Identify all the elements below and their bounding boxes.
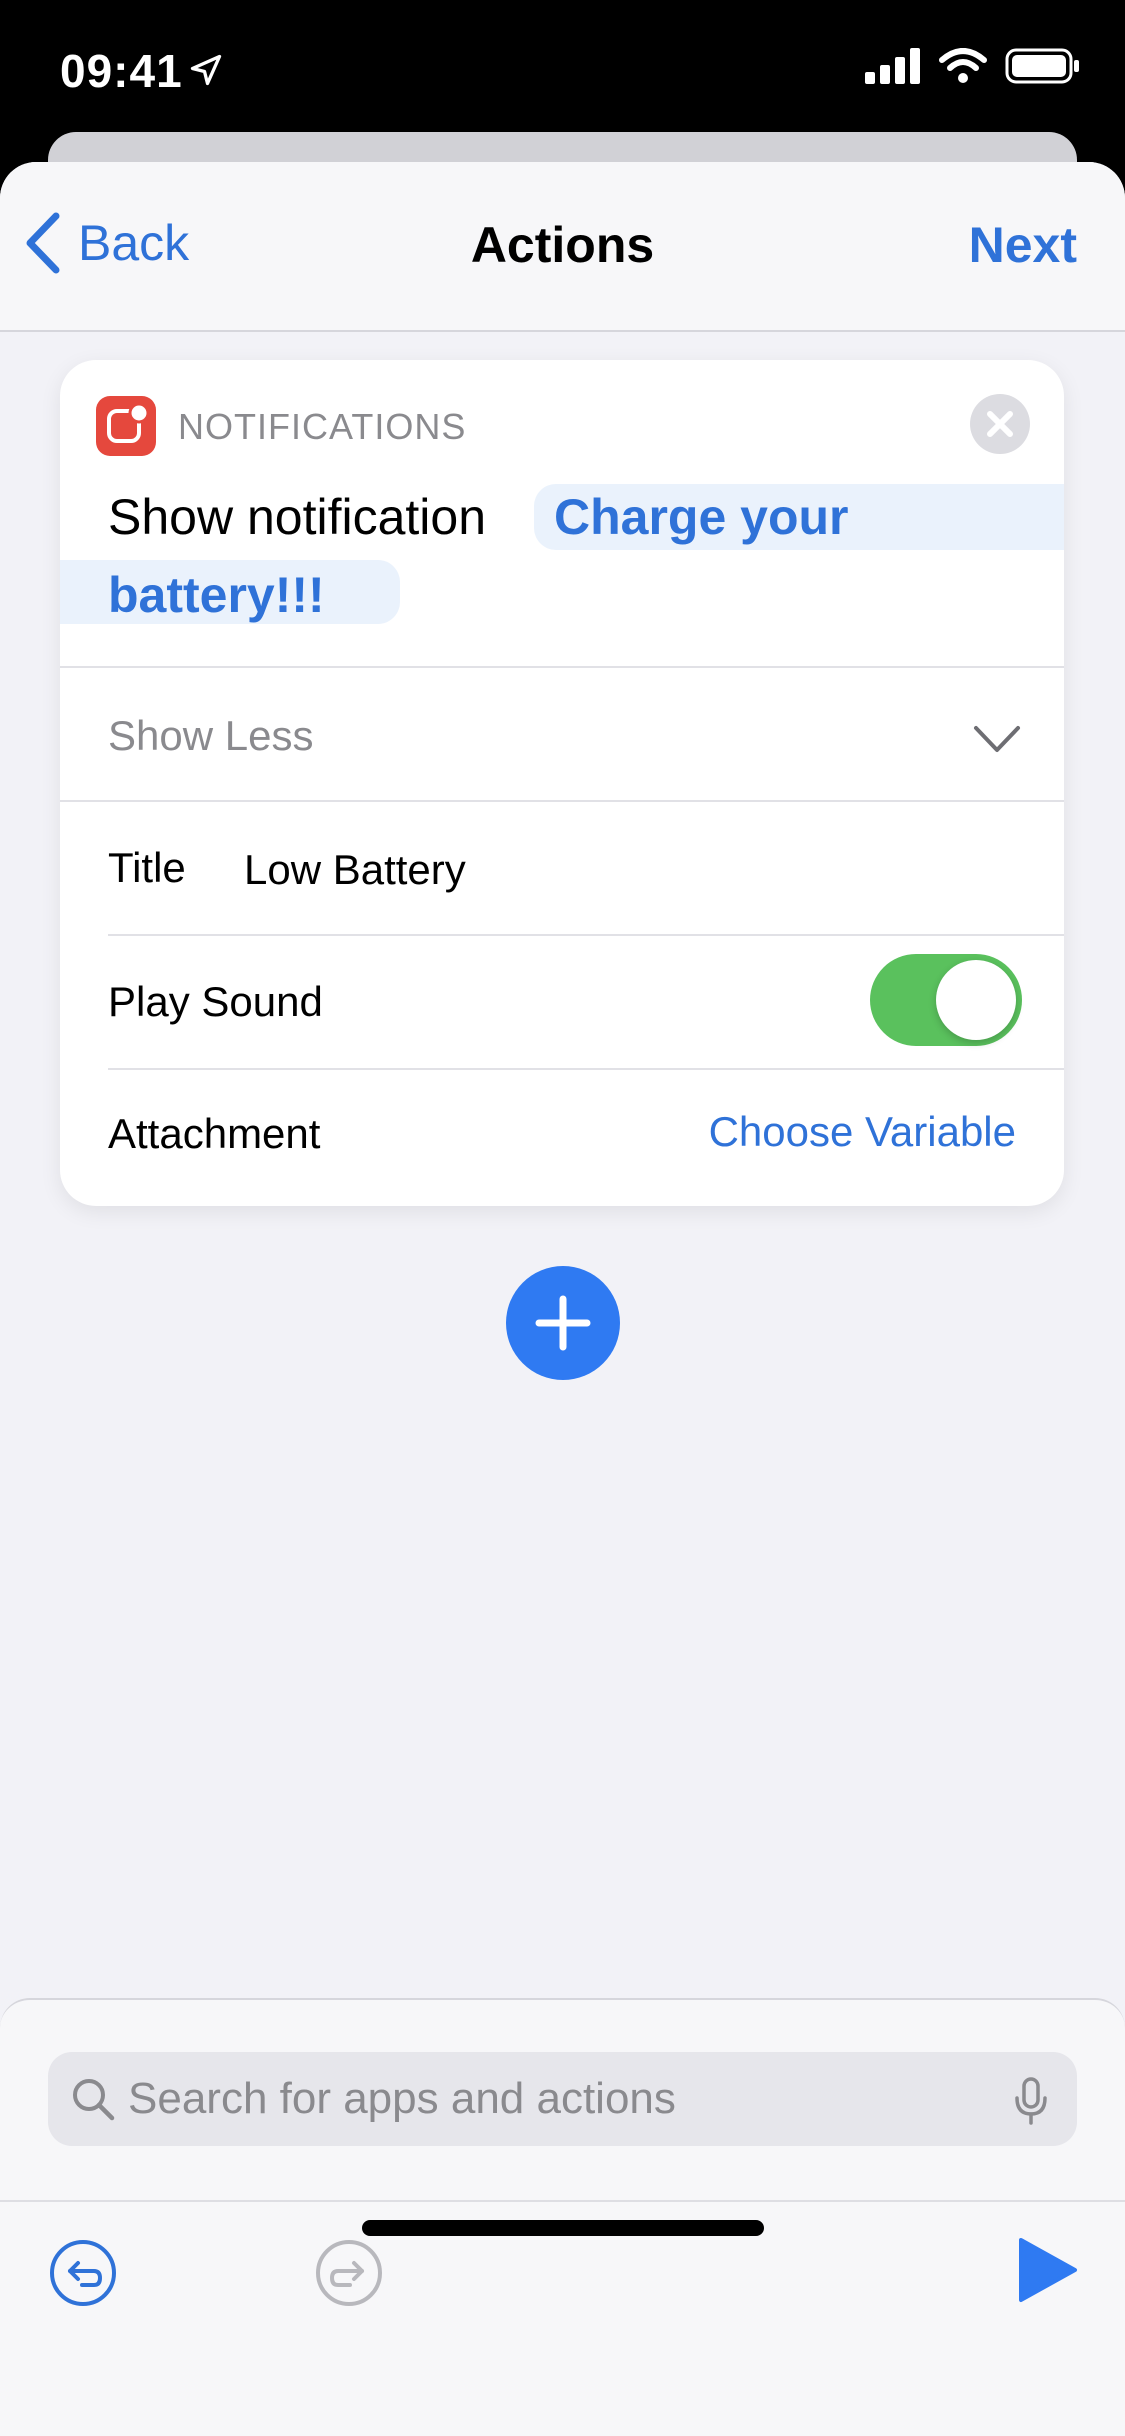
action-name: Show notification	[108, 489, 487, 545]
screen: 09:41 Back Actions Next NOTIFICATIONS Sh…	[0, 0, 1125, 2436]
divider	[108, 1068, 1064, 1070]
search-icon	[73, 2079, 115, 2121]
page-title: Actions	[470, 217, 655, 273]
redo-icon[interactable]	[314, 2238, 384, 2308]
message-token-line2[interactable]: battery!!!	[108, 566, 325, 624]
add-action-button[interactable]	[506, 1266, 620, 1380]
plus-icon	[535, 1295, 591, 1351]
play-sound-label: Play Sound	[108, 978, 323, 1025]
cellular-signal-icon	[865, 48, 920, 84]
location-arrow-icon	[190, 54, 222, 86]
chevron-down-icon[interactable]	[972, 722, 1022, 756]
notifications-app-icon	[96, 396, 156, 456]
choose-variable-button[interactable]: Choose Variable	[709, 1108, 1016, 1156]
wifi-icon	[939, 48, 987, 83]
divider	[60, 800, 1064, 802]
message-token-line1[interactable]: Charge your	[554, 488, 849, 546]
divider	[60, 666, 1064, 668]
search-input[interactable]	[128, 2064, 988, 2134]
action-category-label: NOTIFICATIONS	[178, 406, 467, 447]
navigation-bar: Back Actions Next	[0, 162, 1125, 332]
status-indicators	[865, 48, 1081, 84]
editor-sheet: Back Actions Next NOTIFICATIONS Show not…	[0, 162, 1125, 2436]
microphone-icon[interactable]	[1011, 2076, 1051, 2126]
battery-icon	[1005, 48, 1079, 84]
next-button[interactable]: Next	[969, 216, 1077, 274]
undo-icon[interactable]	[48, 2238, 118, 2308]
title-field[interactable]: Low Battery	[244, 846, 466, 894]
attachment-label: Attachment	[108, 1110, 321, 1157]
status-bar: 09:41	[0, 0, 1125, 140]
notification-badge-icon	[107, 402, 150, 443]
title-label: Title	[108, 844, 186, 891]
play-icon[interactable]	[1015, 2236, 1079, 2304]
play-sound-toggle[interactable]	[870, 954, 1022, 1046]
show-notification-action-card: NOTIFICATIONS Show notification Charge y…	[60, 360, 1064, 1206]
home-indicator[interactable]	[362, 2220, 764, 2236]
divider	[108, 934, 1064, 936]
toggle-knob	[936, 960, 1016, 1040]
remove-action-button[interactable]	[970, 394, 1030, 454]
action-search-panel	[0, 1998, 1125, 2436]
close-icon	[987, 411, 1013, 437]
search-bar[interactable]	[48, 2052, 1077, 2146]
status-time: 09:41	[60, 45, 183, 97]
show-less-button[interactable]: Show Less	[108, 712, 313, 760]
